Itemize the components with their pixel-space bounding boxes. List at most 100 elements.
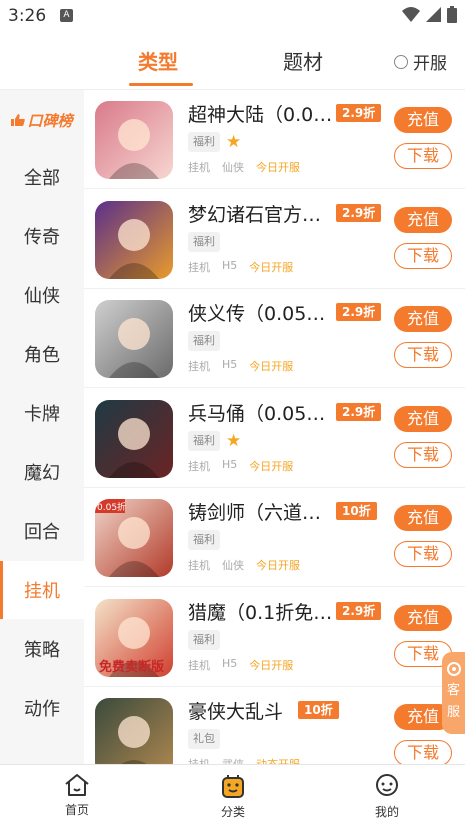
game-meta: 挂机 仙侠 今日开服 xyxy=(188,159,300,175)
status-icons xyxy=(402,6,457,23)
active-tab-indicator xyxy=(129,83,193,86)
category-icon xyxy=(222,775,244,798)
game-meta-genre: H5 xyxy=(222,656,238,670)
game-row[interactable]: 0.05折 铸剑师（六道… 10折 福利 挂机 仙侠 今日开服 充值 下载 xyxy=(84,488,465,587)
game-tag: 福利 xyxy=(188,530,220,550)
game-meta-type: 挂机 xyxy=(188,459,210,473)
charge-button[interactable]: 充值 xyxy=(394,604,452,631)
game-tag: 福利 xyxy=(188,331,220,351)
game-meta-server: 今日开服 xyxy=(256,559,300,572)
game-name[interactable]: 侠义传（0.05… xyxy=(188,299,336,326)
game-name[interactable]: 超神大陆（0.0… xyxy=(188,100,336,127)
download-button[interactable]: 下载 xyxy=(394,342,452,368)
sidebar-item-label: 策略 xyxy=(24,640,60,661)
charge-button[interactable]: 充值 xyxy=(394,107,452,133)
sidebar-item-idle[interactable]: 挂机 xyxy=(0,561,84,619)
kaifu-toggle[interactable]: 开服 xyxy=(394,49,447,74)
discount-badge: 2.9折 xyxy=(336,402,382,421)
sidebar-item-turn-based[interactable]: 回合 xyxy=(0,502,84,560)
game-row[interactable]: 豪侠大乱斗 10折 礼包 挂机 武侠 动态开服 充值 下载 xyxy=(84,687,465,764)
game-thumbnail[interactable] xyxy=(95,200,173,279)
game-row[interactable]: 兵马俑（0.05… 2.9折 福利 ★ 挂机 H5 今日开服 充值 下载 xyxy=(84,389,465,488)
rating-list-title[interactable]: 口碑榜 xyxy=(0,108,84,132)
kaifu-label: 开服 xyxy=(413,54,447,74)
game-row[interactable]: 梦幻诸石官方… 2.9折 福利 挂机 H5 今日开服 充值 下载 xyxy=(84,190,465,289)
charge-button[interactable]: 充值 xyxy=(394,206,452,233)
game-meta-type: 挂机 xyxy=(188,559,210,572)
sidebar-item-label: 角色 xyxy=(24,345,60,366)
game-tag: 福利 xyxy=(188,132,220,152)
game-meta: 挂机 仙侠 今日开服 xyxy=(188,557,300,573)
game-meta-server: 动态开服 xyxy=(256,756,300,764)
game-meta-server: 今日开服 xyxy=(249,459,294,473)
game-row[interactable]: 超神大陆（0.0… 2.9折 福利 ★ 挂机 仙侠 今日开服 充值 下载 xyxy=(84,90,465,189)
download-button[interactable]: 下载 xyxy=(394,541,452,567)
tab-type[interactable]: 类型 xyxy=(138,46,178,75)
sidebar-item-label: 传奇 xyxy=(24,227,60,248)
charge-button[interactable]: 充值 xyxy=(394,405,452,432)
sidebar-item-legend[interactable]: 传奇 xyxy=(0,207,84,265)
game-meta-genre: 仙侠 xyxy=(222,161,244,174)
game-meta: 挂机 H5 今日开服 xyxy=(188,458,293,474)
category-tabs: 类型 题材 开服 xyxy=(0,32,465,90)
download-button[interactable]: 下载 xyxy=(394,242,452,269)
sidebar-item-fantasy[interactable]: 魔幻 xyxy=(0,443,84,501)
profile-icon xyxy=(376,774,398,796)
sidebar-item-rpg[interactable]: 角色 xyxy=(0,325,84,383)
sidebar-item-card[interactable]: 卡牌 xyxy=(0,384,84,442)
discount-badge: 2.9折 xyxy=(336,203,382,222)
sidebar-item-label: 回合 xyxy=(24,522,60,543)
game-meta-type: 挂机 xyxy=(188,360,210,373)
sidebar-item-label: 全部 xyxy=(24,168,60,189)
game-meta-type: 挂机 xyxy=(188,756,210,764)
charge-button[interactable]: 充值 xyxy=(394,505,452,531)
game-row[interactable]: 侠义传（0.05… 2.9折 福利 挂机 H5 今日开服 充值 下载 xyxy=(84,289,465,388)
discount-badge: 10折 xyxy=(298,701,339,719)
game-meta: 挂机 H5 今日开服 xyxy=(188,358,293,374)
download-button[interactable]: 下载 xyxy=(394,441,452,468)
nav-category-label: 分类 xyxy=(220,805,245,819)
sidebar-item-xianxia[interactable]: 仙侠 xyxy=(0,266,84,324)
discount-badge: 2.9折 xyxy=(336,601,382,620)
game-meta-server: 今日开服 xyxy=(249,658,294,672)
sidebar-item-label: 卡牌 xyxy=(24,404,60,425)
game-name[interactable]: 猎魔（0.1折免… xyxy=(188,598,336,625)
game-name[interactable]: 兵马俑（0.05… xyxy=(188,399,336,426)
discount-badge: 10折 xyxy=(336,502,377,520)
game-name[interactable]: 梦幻诸石官方… xyxy=(188,200,336,227)
nav-category[interactable]: 分类 xyxy=(193,773,273,820)
thumb-overlay-text: 免费卖断版 xyxy=(99,659,164,675)
sidebar-item-action[interactable]: 动作 xyxy=(0,679,84,737)
home-icon xyxy=(65,774,89,796)
sidebar-item-strategy[interactable]: 策略 xyxy=(0,620,84,678)
category-sidebar: 口碑榜 全部 传奇 仙侠 角色 卡牌 魔幻 回合 挂机 策略 动作 xyxy=(0,90,84,764)
game-list: 超神大陆（0.0… 2.9折 福利 ★ 挂机 仙侠 今日开服 充值 下载 梦幻诸… xyxy=(84,90,465,764)
game-thumbnail[interactable] xyxy=(95,101,173,179)
game-row[interactable]: 免费卖断版 猎魔（0.1折免… 2.9折 福利 挂机 H5 今日开服 充值 下载 xyxy=(84,588,465,687)
game-meta-server: 今日开服 xyxy=(249,360,294,373)
signal-icon xyxy=(426,7,441,22)
sidebar-item-all[interactable]: 全部 xyxy=(0,148,84,206)
game-thumbnail[interactable] xyxy=(95,300,173,378)
game-thumbnail[interactable] xyxy=(95,399,173,478)
game-name[interactable]: 铸剑师（六道… xyxy=(188,498,336,525)
status-bar: 3:26 A xyxy=(0,0,465,32)
game-thumbnail[interactable]: 免费卖断版 xyxy=(95,598,173,677)
radio-icon[interactable] xyxy=(394,54,408,69)
nav-home-label: 首页 xyxy=(64,803,89,817)
game-thumbnail[interactable]: 0.05折 xyxy=(95,499,173,577)
download-button[interactable]: 下载 xyxy=(394,143,452,169)
game-meta-genre: H5 xyxy=(222,457,238,471)
charge-button[interactable]: 充值 xyxy=(394,306,452,332)
nav-profile-label: 我的 xyxy=(374,805,399,819)
customer-service-button[interactable]: 客 服 xyxy=(442,652,465,734)
nav-profile[interactable]: 我的 xyxy=(347,773,427,820)
nav-home[interactable]: 首页 xyxy=(37,773,117,818)
download-button[interactable]: 下载 xyxy=(394,740,452,764)
thumbs-up-icon xyxy=(11,114,26,126)
tab-theme[interactable]: 题材 xyxy=(283,46,323,75)
game-thumbnail[interactable] xyxy=(95,698,173,764)
sidebar-item-label: 动作 xyxy=(24,699,60,720)
discount-badge: 2.9折 xyxy=(336,303,382,321)
bottom-navigation: 首页 分类 我的 xyxy=(0,764,465,826)
